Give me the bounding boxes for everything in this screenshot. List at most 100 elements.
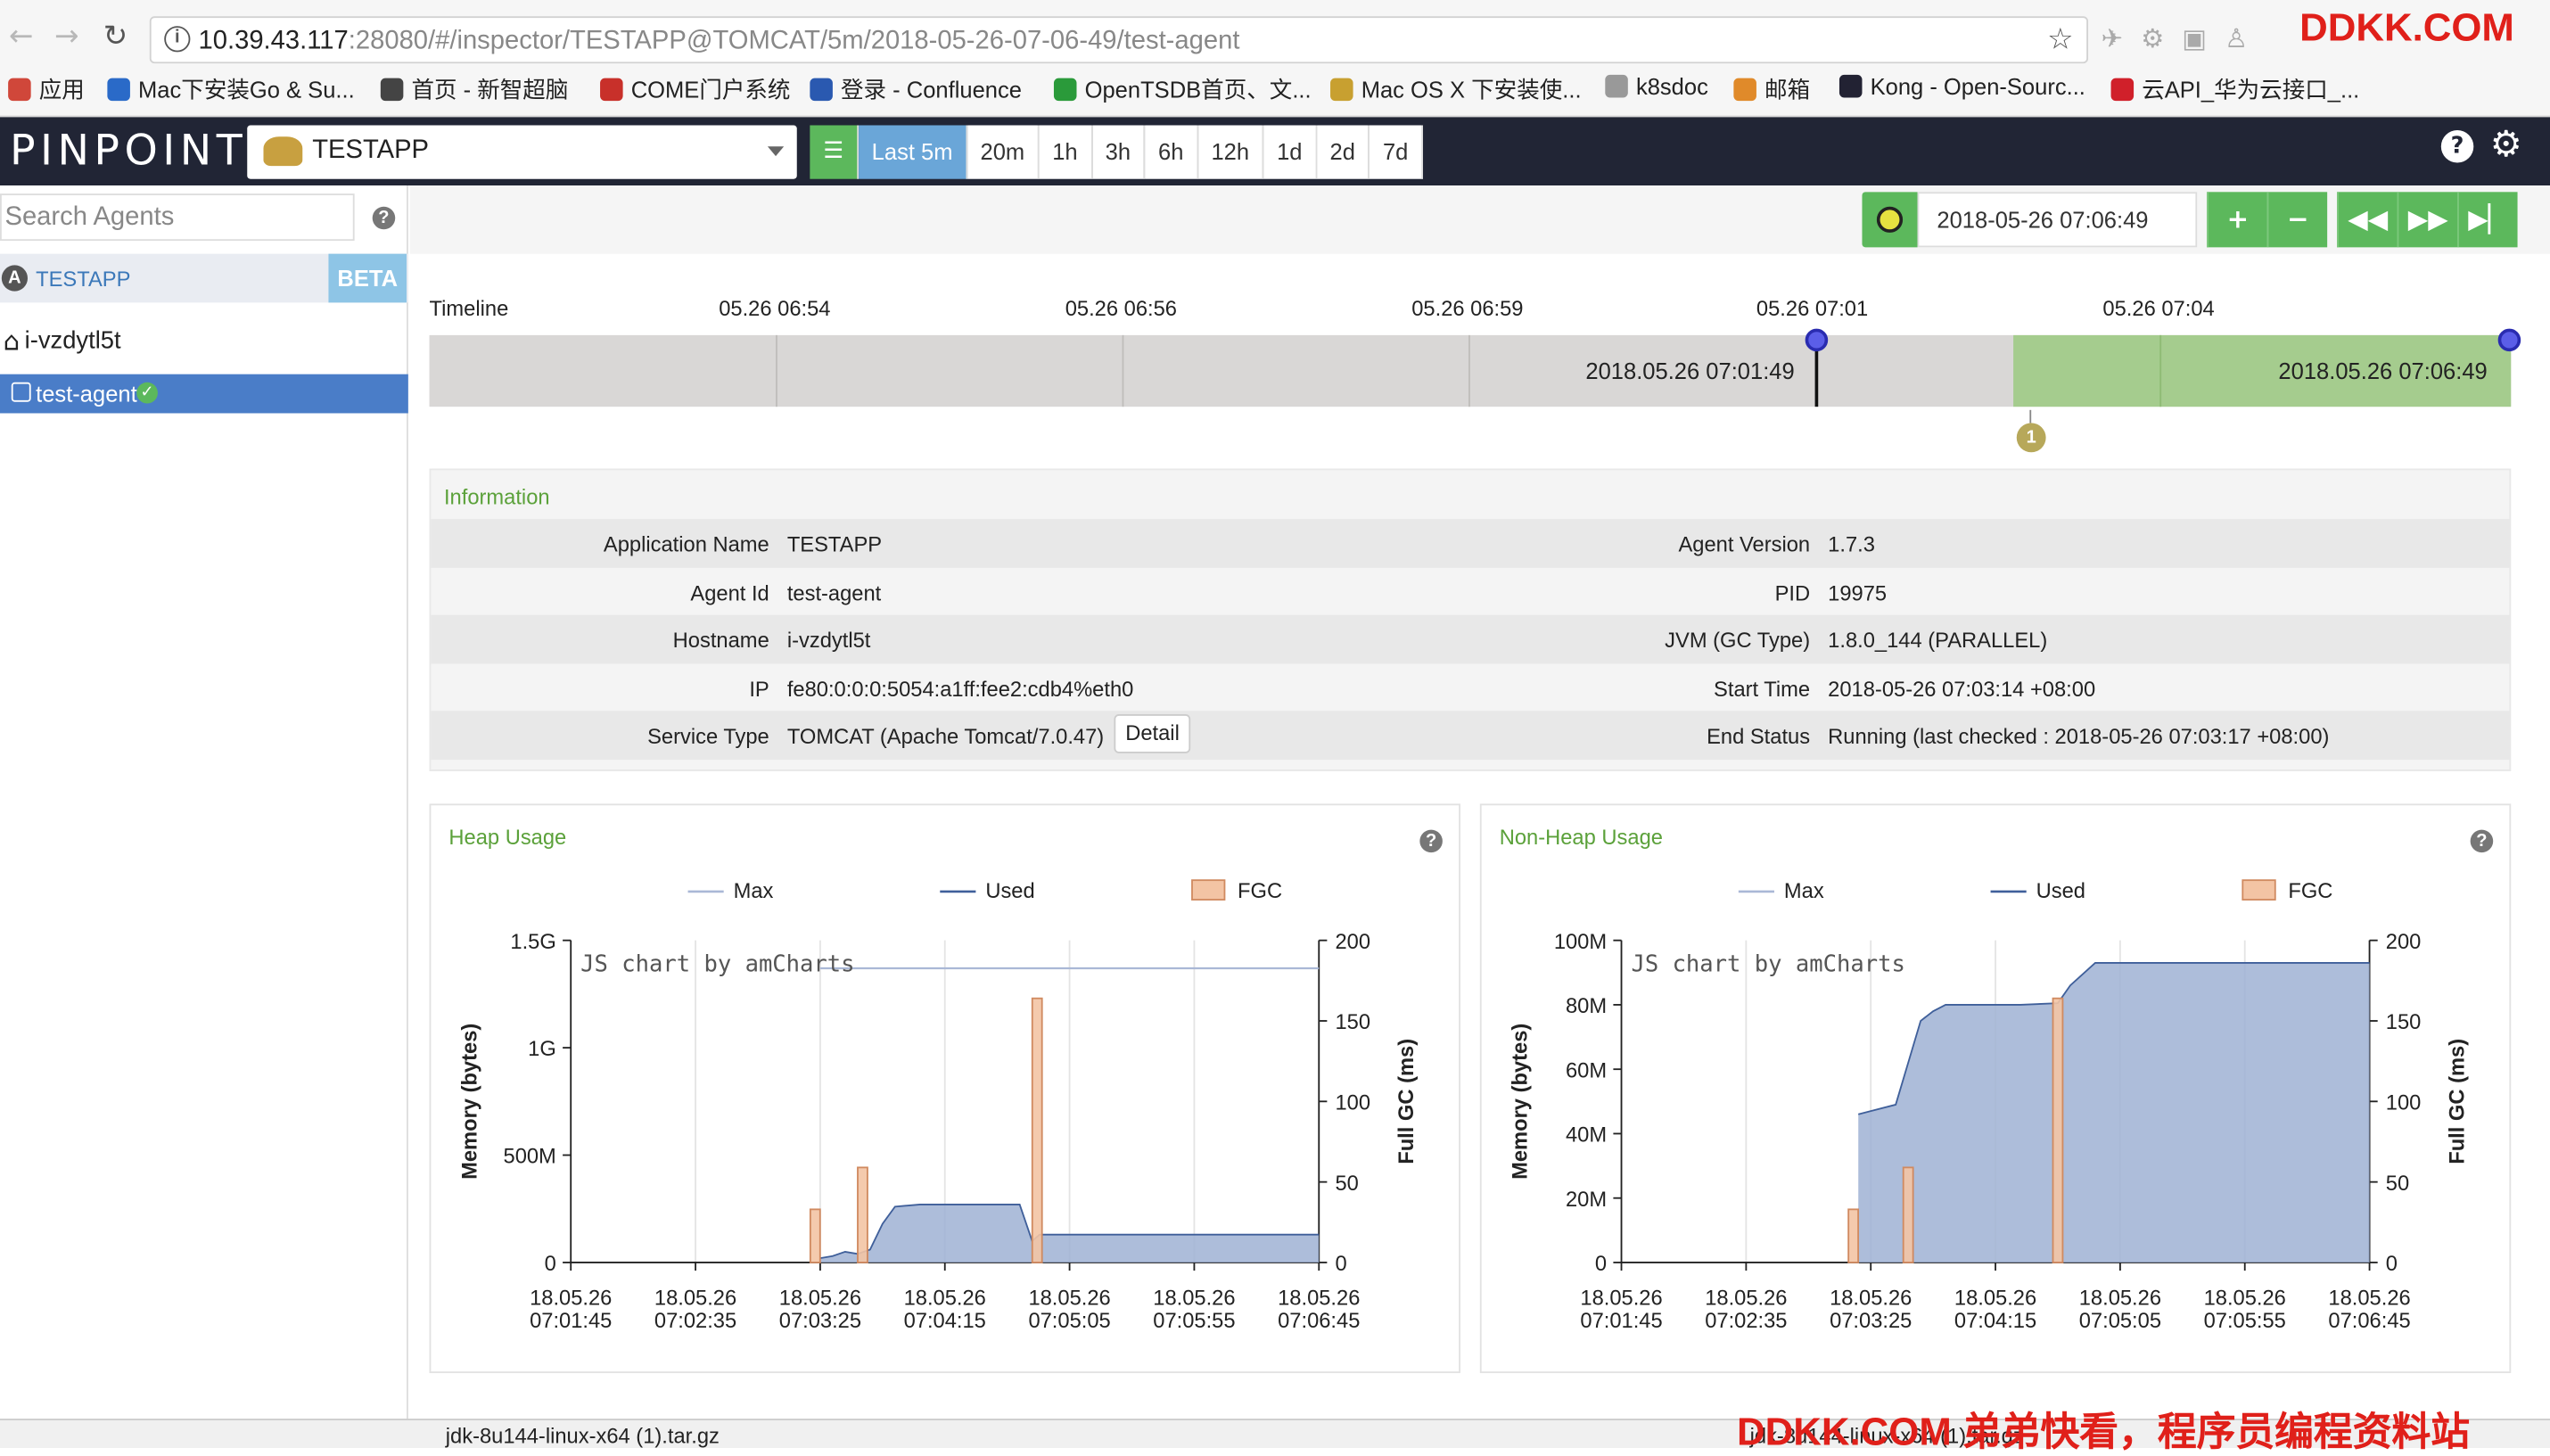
x-tick-label: 18.05.26: [2328, 1287, 2410, 1310]
search-agents-input[interactable]: Search Agents: [0, 193, 355, 242]
info-row: Application Name TESTAPP Agent Version 1.7.…: [431, 519, 2510, 568]
bookmark-label: 登录 - Confluence: [841, 76, 1022, 103]
bookmark-icon: [1838, 74, 1863, 98]
legend-swatch: [1191, 879, 1226, 901]
status-ok-icon: ✓: [136, 382, 158, 404]
y2-tick-label: 50: [2386, 1172, 2409, 1196]
info-value: 2018-05-26 07:03:14 +08:00: [1828, 676, 2096, 701]
bookmark-item[interactable]: 登录 - Confluence: [810, 73, 1022, 105]
y2-tick-label: 100: [2386, 1091, 2422, 1115]
bookmark-item[interactable]: 邮箱: [1733, 73, 1810, 105]
legend-item[interactable]: FGC: [1191, 879, 1282, 903]
bookmark-item[interactable]: k8sdoc: [1605, 73, 1708, 99]
legend-item[interactable]: Max: [1738, 880, 1824, 903]
bookmark-item[interactable]: Kong - Open-Sourc...: [1838, 73, 2085, 99]
range-button[interactable]: 3h: [1092, 125, 1146, 179]
forward-button[interactable]: ▶▶: [2397, 192, 2458, 248]
fgc-bar[interactable]: [809, 1208, 821, 1263]
gear-icon[interactable]: ⚙: [2490, 128, 2522, 163]
fgc-bar[interactable]: [1031, 997, 1043, 1263]
host-row[interactable]: ⌂ i-vzdytl5t: [4, 325, 121, 357]
pinpoint-logo[interactable]: PINPOINT: [10, 127, 247, 176]
x-tick-label: 07:04:15: [904, 1310, 986, 1333]
bookmark-item[interactable]: 云API_华为云接口_...: [2110, 73, 2359, 105]
bookmark-icon: [1330, 78, 1353, 102]
chart-watermark[interactable]: JS chart by amCharts: [580, 950, 854, 977]
browser-chrome: ← → ↻ i 10.39.43.117:28080/#/inspector/T…: [0, 0, 2550, 118]
fgc-bar[interactable]: [1847, 1208, 1860, 1263]
address-bar[interactable]: i 10.39.43.117:28080/#/inspector/TESTAPP…: [149, 16, 2089, 64]
extension-icons[interactable]: ✈⚙▣♙: [2102, 23, 2266, 54]
legend-item[interactable]: Used: [1990, 880, 2085, 903]
event-badge[interactable]: 1: [2016, 423, 2046, 453]
start-handle[interactable]: [1805, 328, 1829, 352]
fgc-bar[interactable]: [1902, 1166, 1914, 1263]
range-selector: ☰ Last 5m 20m 1h 3h 6h 12h 1d 2d 7d: [810, 125, 1423, 179]
range-button[interactable]: 20m: [967, 125, 1040, 179]
rewind-button[interactable]: ◀◀: [2337, 192, 2398, 248]
reload-icon[interactable]: ↻: [97, 20, 133, 55]
info-key: Agent Version: [1678, 531, 1811, 557]
y2-tick-label: 200: [2386, 931, 2422, 954]
forward-icon[interactable]: →: [49, 20, 85, 55]
info-row: Agent Id test-agent PID 19975: [431, 567, 2509, 616]
help-icon[interactable]: ?: [2440, 129, 2474, 163]
y-tick-label: 0: [545, 1253, 556, 1276]
non-heap-chart: Max Used FGC 0 20M 40M 60M 80M 100M 0 50 100 150 200 1…: [1509, 879, 2469, 1333]
range-button[interactable]: 12h: [1197, 125, 1264, 179]
zoom-out-button[interactable]: −: [2266, 192, 2328, 248]
end-handle[interactable]: [2497, 328, 2521, 352]
skip-end-button[interactable]: ▶▏: [2457, 192, 2518, 248]
x-tick-label: 07:03:25: [779, 1310, 861, 1333]
y2-tick-label: 200: [1336, 931, 1371, 954]
x-tick-label: 18.05.26: [654, 1287, 736, 1310]
host-label: i-vzdytl5t: [24, 326, 121, 355]
range-button[interactable]: 1d: [1263, 125, 1317, 179]
bookmark-icon: [1053, 78, 1077, 102]
chart-watermark[interactable]: JS chart by amCharts: [1631, 950, 1904, 977]
x-tick-label: 18.05.26: [1954, 1287, 2036, 1310]
range-button[interactable]: 1h: [1039, 125, 1093, 179]
bookmark-label: k8sdoc: [1635, 73, 1708, 100]
legend-item[interactable]: Max: [687, 880, 774, 903]
x-tick-label: 07:05:55: [2204, 1310, 2286, 1333]
download-item[interactable]: jdk-8u144-linux-x64 (1).tar.gz: [446, 1424, 720, 1448]
realtime-toggle[interactable]: [1862, 192, 1918, 248]
bookmark-icon: [8, 78, 31, 102]
fgc-bar[interactable]: [857, 1166, 868, 1263]
x-tick-label: 18.05.26: [779, 1287, 861, 1310]
range-button[interactable]: Last 5m: [859, 125, 967, 179]
fgc-bar[interactable]: [2052, 997, 2064, 1263]
bookmark-item[interactable]: Mac OS X 下安装使...: [1330, 73, 1582, 105]
y-tick-label: 500M: [504, 1146, 556, 1169]
info-icon[interactable]: i: [164, 26, 191, 53]
y2-tick-label: 150: [2386, 1011, 2422, 1034]
application-selector[interactable]: TESTAPP: [247, 125, 797, 179]
range-button[interactable]: 2d: [1316, 125, 1370, 179]
bookmark-item[interactable]: OpenTSDB首页、文...: [1053, 73, 1312, 105]
list-icon[interactable]: ☰: [810, 125, 860, 179]
url-text[interactable]: 10.39.43.117:28080/#/inspector/TESTAPP@T…: [199, 28, 1240, 57]
y-tick-label: 0: [1595, 1253, 1607, 1276]
legend-item[interactable]: FGC: [2242, 879, 2332, 903]
y-tick-label: 1G: [528, 1038, 556, 1061]
y2-tick-label: 150: [1336, 1011, 1371, 1034]
bookmark-item[interactable]: COME门户系统: [600, 73, 790, 105]
legend-item[interactable]: Used: [940, 880, 1035, 903]
zoom-in-button[interactable]: +: [2207, 192, 2267, 248]
bookmark-item[interactable]: 应用: [8, 73, 85, 105]
beta-badge[interactable]: BETA: [328, 253, 407, 303]
x-tick-label: 18.05.26: [2204, 1287, 2286, 1310]
range-button[interactable]: 6h: [1145, 125, 1198, 179]
range-button[interactable]: 7d: [1370, 125, 1423, 179]
application-name: TESTAPP: [312, 136, 430, 165]
bookmark-item[interactable]: Mac下安装Go & Su...: [107, 73, 355, 105]
bookmark-star-icon[interactable]: ☆: [2047, 23, 2073, 57]
info-value: i-vzdytl5t: [786, 628, 871, 653]
agent-row[interactable]: test-agent ✓: [0, 374, 408, 414]
bookmark-item[interactable]: 首页 - 新智超脑: [380, 73, 568, 105]
back-icon[interactable]: ←: [4, 20, 39, 55]
help-icon[interactable]: ?: [372, 206, 396, 230]
detail-button[interactable]: Detail: [1114, 714, 1191, 753]
date-field[interactable]: 2018-05-26 07:06:49: [1917, 192, 2198, 248]
